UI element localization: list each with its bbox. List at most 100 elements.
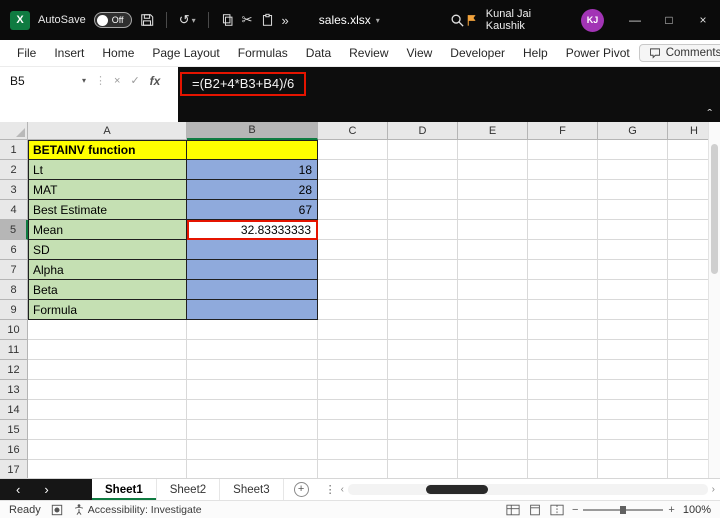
tab-view[interactable]: View: [398, 40, 442, 66]
cell-B10[interactable]: [187, 320, 318, 340]
cell-A5[interactable]: Mean: [28, 220, 187, 240]
enter-icon[interactable]: ✓: [130, 74, 139, 87]
cells-C9-H9[interactable]: [318, 300, 720, 320]
autosave-toggle[interactable]: Off: [94, 12, 132, 28]
column-header-D[interactable]: D: [388, 122, 458, 140]
row-header-16[interactable]: 16: [0, 440, 28, 460]
cells-C13-H13[interactable]: [318, 380, 720, 400]
cancel-icon[interactable]: ×: [114, 75, 120, 87]
cell-A11[interactable]: [28, 340, 187, 360]
zoom-in-icon[interactable]: +: [668, 504, 674, 516]
row-header-9[interactable]: 9: [0, 300, 28, 320]
cell-B8[interactable]: [187, 280, 318, 300]
cell-B1[interactable]: [187, 140, 318, 160]
horizontal-scrollbar-thumb[interactable]: [426, 485, 488, 494]
cells-C16-H16[interactable]: [318, 440, 720, 460]
cell-B9[interactable]: [187, 300, 318, 320]
cell-A8[interactable]: Beta: [28, 280, 187, 300]
horizontal-scrollbar[interactable]: ‹ ›: [336, 479, 720, 500]
save-icon[interactable]: [140, 13, 154, 27]
cell-A2[interactable]: Lt: [28, 160, 187, 180]
zoom-slider-knob[interactable]: [620, 506, 626, 514]
accessibility-status[interactable]: Accessibility: Investigate: [88, 504, 202, 516]
cell-A15[interactable]: [28, 420, 187, 440]
row-header-2[interactable]: 2: [0, 160, 28, 180]
row-header-11[interactable]: 11: [0, 340, 28, 360]
excel-logo-icon[interactable]: X: [10, 11, 30, 30]
name-box[interactable]: B5 ▾: [0, 67, 92, 94]
sheet-tab-sheet2[interactable]: Sheet2: [157, 479, 220, 500]
cell-A6[interactable]: SD: [28, 240, 187, 260]
sheet-nav-left-icon[interactable]: ‹: [16, 482, 20, 497]
cell-A12[interactable]: [28, 360, 187, 380]
cell-A4[interactable]: Best Estimate: [28, 200, 187, 220]
row-header-1[interactable]: 1: [0, 140, 28, 160]
formula-input-area[interactable]: =(B2+4*B3+B4)/6 ˆ: [178, 67, 720, 122]
row-header-13[interactable]: 13: [0, 380, 28, 400]
cells-C14-H14[interactable]: [318, 400, 720, 420]
column-header-C[interactable]: C: [318, 122, 388, 140]
cells-C4-H4[interactable]: [318, 200, 720, 220]
cell-A16[interactable]: [28, 440, 187, 460]
cells-C1-H1[interactable]: [318, 140, 720, 160]
cell-A1[interactable]: BETAINV function: [28, 140, 187, 160]
cells-C5-H5[interactable]: [318, 220, 720, 240]
column-header-G[interactable]: G: [598, 122, 668, 140]
cell-B3[interactable]: 28: [187, 180, 318, 200]
view-normal-icon[interactable]: [506, 504, 520, 516]
select-all-corner[interactable]: [0, 122, 28, 140]
flag-icon[interactable]: [465, 13, 478, 27]
search-icon[interactable]: [450, 13, 465, 28]
cells-C15-H15[interactable]: [318, 420, 720, 440]
cell-B13[interactable]: [187, 380, 318, 400]
row-header-7[interactable]: 7: [0, 260, 28, 280]
row-header-3[interactable]: 3: [0, 180, 28, 200]
tab-insert[interactable]: Insert: [45, 40, 93, 66]
close-button[interactable]: ×: [686, 0, 720, 40]
cell-B11[interactable]: [187, 340, 318, 360]
row-header-5[interactable]: 5: [0, 220, 28, 240]
avatar[interactable]: KJ: [581, 9, 604, 32]
cell-A14[interactable]: [28, 400, 187, 420]
file-name[interactable]: sales.xlsx ▾: [319, 13, 380, 27]
cell-A7[interactable]: Alpha: [28, 260, 187, 280]
toolbar-overflow-icon[interactable]: »: [282, 13, 289, 28]
insert-function-icon[interactable]: fx: [150, 74, 161, 88]
cell-A3[interactable]: MAT: [28, 180, 187, 200]
cells-C7-H7[interactable]: [318, 260, 720, 280]
column-header-A[interactable]: A: [28, 122, 187, 140]
sheet-nav-right-icon[interactable]: ›: [44, 482, 48, 497]
view-page-break-icon[interactable]: [550, 504, 564, 516]
cell-A17[interactable]: [28, 460, 187, 478]
cell-A13[interactable]: [28, 380, 187, 400]
cell-B5-active[interactable]: 32.83333333: [187, 220, 318, 240]
row-header-14[interactable]: 14: [0, 400, 28, 420]
cell-B6[interactable]: [187, 240, 318, 260]
copy-icon[interactable]: [221, 13, 234, 27]
tab-page-layout[interactable]: Page Layout: [143, 40, 228, 66]
cell-B16[interactable]: [187, 440, 318, 460]
cells-C8-H8[interactable]: [318, 280, 720, 300]
tab-review[interactable]: Review: [340, 40, 397, 66]
tabbar-divider-icon[interactable]: ⋮: [325, 483, 336, 496]
vertical-scrollbar[interactable]: [708, 122, 720, 478]
cells-C12-H12[interactable]: [318, 360, 720, 380]
column-header-E[interactable]: E: [458, 122, 528, 140]
cells-C6-H6[interactable]: [318, 240, 720, 260]
zoom-slider[interactable]: [583, 509, 663, 511]
cells-C2-H2[interactable]: [318, 160, 720, 180]
undo-icon[interactable]: ↺ ▾: [179, 12, 196, 28]
tab-help[interactable]: Help: [514, 40, 557, 66]
name-box-caret-icon[interactable]: ▾: [82, 76, 92, 85]
user-name[interactable]: Kunal Jai Kaushik: [486, 8, 573, 32]
hscroll-left-icon[interactable]: ‹: [341, 484, 344, 495]
row-header-17[interactable]: 17: [0, 460, 28, 478]
add-sheet-button[interactable]: +: [294, 482, 309, 497]
sheet-tab-sheet3[interactable]: Sheet3: [220, 479, 283, 500]
view-page-layout-icon[interactable]: [528, 504, 542, 516]
maximize-button[interactable]: □: [652, 0, 686, 40]
comments-button[interactable]: Comments: [639, 44, 720, 62]
cell-B17[interactable]: [187, 460, 318, 478]
tab-developer[interactable]: Developer: [441, 40, 514, 66]
macro-record-icon[interactable]: [51, 504, 63, 516]
